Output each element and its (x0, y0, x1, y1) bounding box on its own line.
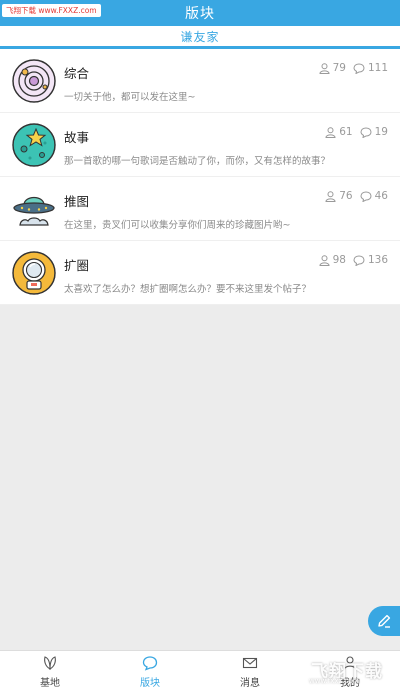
tab-label: 基地 (40, 677, 60, 689)
person-icon (319, 62, 330, 74)
member-count: 79 (332, 62, 346, 74)
tab-base[interactable]: 基地 (0, 651, 100, 692)
board-desc: 一切关于他，都可以发在这里~ (64, 92, 196, 103)
board-desc: 那一首歌的哪一句歌词是否触动了你，而你，又有怎样的故事？ (64, 156, 331, 167)
person-icon (343, 655, 357, 670)
member-count: 76 (339, 190, 353, 202)
comment-icon (360, 126, 372, 138)
leaf-icon (44, 655, 56, 670)
star-planet-icon (12, 123, 56, 167)
comment-icon (353, 62, 365, 74)
tab-me[interactable]: 我的 (300, 651, 400, 692)
board-stats: 76 46 (318, 190, 388, 202)
board-stats: 61 19 (318, 126, 388, 138)
board-desc: 在这里，贵叉们可以收集分享你们周来的珍藏图片哟~ (64, 220, 291, 231)
comment-icon (360, 190, 372, 202)
board-item-kuoquan[interactable]: 扩圈 太喜欢了怎么办？想扩圈啊怎么办？要不来这里发个帖子？ 98 136 (0, 241, 400, 305)
board-item-zonghe[interactable]: 综合 一切关于他，都可以发在这里~ 79 111 (0, 49, 400, 113)
comment-count: 46 (374, 190, 388, 202)
watermark-top: 飞翔下载 www.FXXZ.com (2, 4, 101, 17)
subheader-tab[interactable]: 谦友家 (0, 26, 400, 49)
tab-label: 我的 (340, 677, 360, 689)
tab-messages[interactable]: 消息 (200, 651, 300, 692)
subheader-label: 谦友家 (180, 29, 220, 44)
member-count: 98 (332, 254, 346, 266)
board-item-tuitu[interactable]: 推图 在这里，贵叉们可以收集分享你们周来的珍藏图片哟~ 76 46 (0, 177, 400, 241)
board-item-gushi[interactable]: 故事 那一首歌的哪一句歌词是否触动了你，而你，又有怎样的故事？ 61 19 (0, 113, 400, 177)
board-stats: 98 136 (312, 254, 388, 266)
board-stats: 79 111 (312, 62, 388, 74)
pencil-icon (378, 614, 391, 628)
bottom-tab-bar: 基地 版块 消息 我的 (0, 650, 400, 692)
person-icon (325, 126, 336, 138)
tab-boards[interactable]: 版块 (100, 651, 200, 692)
board-desc: 太喜欢了怎么办？想扩圈啊怎么办？要不来这里发个帖子？ (64, 284, 312, 295)
person-icon (319, 254, 330, 266)
tab-label: 消息 (240, 677, 260, 689)
astronaut-icon (12, 251, 56, 295)
board-list: 综合 一切关于他，都可以发在这里~ 79 111 故事 那一首歌的哪一句歌词是否… (0, 49, 400, 305)
tab-label: 版块 (140, 677, 160, 689)
person-icon (325, 190, 336, 202)
chat-bubble-icon (142, 655, 158, 671)
ufo-icon (12, 187, 56, 231)
envelope-icon (242, 657, 258, 668)
comment-count: 136 (367, 254, 388, 266)
member-count: 61 (339, 126, 353, 138)
planet-icon (12, 59, 56, 103)
comment-count: 111 (367, 62, 388, 74)
page-title: 版块 (185, 6, 215, 22)
comment-count: 19 (374, 126, 388, 138)
comment-icon (353, 254, 365, 266)
compose-button[interactable] (368, 606, 400, 636)
